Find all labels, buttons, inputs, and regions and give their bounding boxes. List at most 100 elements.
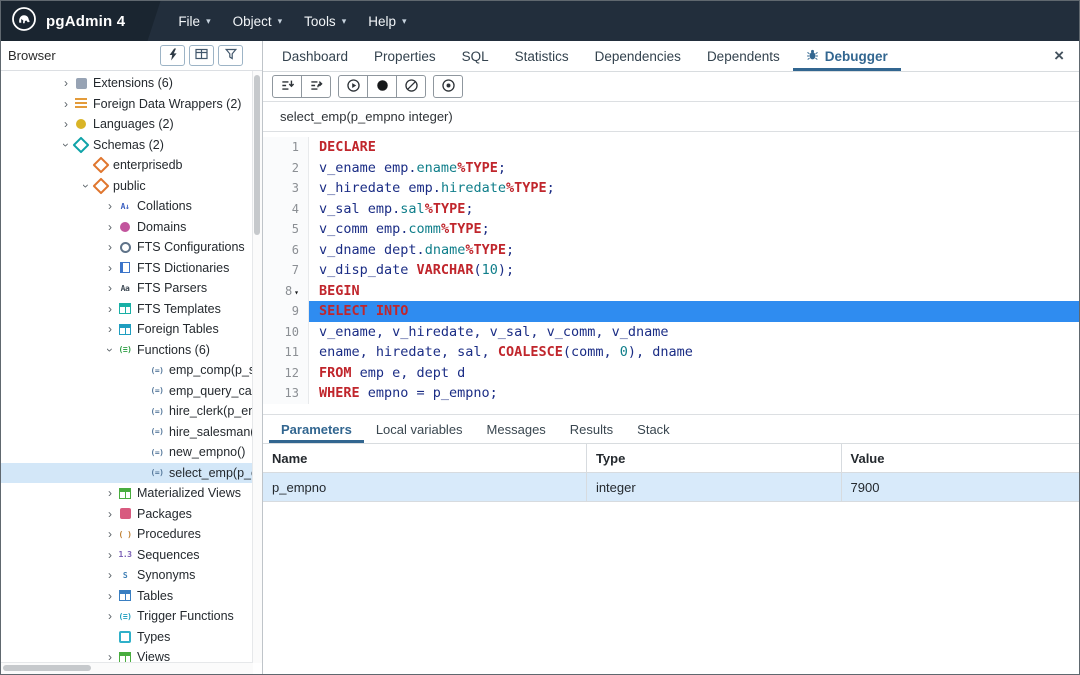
tab-dependents[interactable]: Dependents xyxy=(694,41,793,71)
gutter-line-number[interactable]: 3 xyxy=(263,178,309,199)
debugger-code-editor[interactable]: 1DECLARE2v_ename emp.ename%TYPE;3v_hired… xyxy=(263,132,1079,414)
code-line-11[interactable]: 11ename, hiredate, sal, COALESCE(comm, 0… xyxy=(263,342,1079,363)
panel-tab-parameters[interactable]: Parameters xyxy=(269,415,364,443)
sidebar-horizontal-scrollbar[interactable] xyxy=(1,662,253,674)
tab-sql[interactable]: SQL xyxy=(449,41,502,71)
tab-dashboard[interactable]: Dashboard xyxy=(269,41,361,71)
code-line-1[interactable]: 1DECLARE xyxy=(263,137,1079,158)
grid-button[interactable] xyxy=(189,45,214,66)
step-over-button[interactable] xyxy=(301,75,331,98)
tree-item-public[interactable]: ›public xyxy=(1,176,262,197)
tree-item-collations[interactable]: ›A↓Collations xyxy=(1,196,262,217)
tree-expand-icon[interactable]: › xyxy=(103,528,117,540)
step-into-button[interactable] xyxy=(272,75,302,98)
gutter-line-number[interactable]: 4 xyxy=(263,199,309,220)
gutter-line-number[interactable]: 9 xyxy=(263,301,309,322)
tree-item-enterprisedb[interactable]: enterprisedb xyxy=(1,155,262,176)
panel-tab-results[interactable]: Results xyxy=(558,415,625,443)
tree-item-hire-salesman-p[interactable]: (=)hire_salesman(p xyxy=(1,422,262,443)
tree-expand-icon[interactable]: › xyxy=(103,610,117,622)
code-line-7[interactable]: 7v_disp_date VARCHAR(10); xyxy=(263,260,1079,281)
tree-expand-icon[interactable]: › xyxy=(103,200,117,212)
code-line-12[interactable]: 12FROM emp e, dept d xyxy=(263,363,1079,384)
tree-item-sequences[interactable]: ›1.3Sequences xyxy=(1,545,262,566)
tab-statistics[interactable]: Statistics xyxy=(502,41,582,71)
tree-item-emp-query-calle[interactable]: (=)emp_query_calle xyxy=(1,381,262,402)
gutter-line-number[interactable]: 10 xyxy=(263,322,309,343)
tree-expand-icon[interactable]: › xyxy=(103,241,117,253)
tree-expand-icon[interactable]: › xyxy=(103,221,117,233)
menu-tools[interactable]: Tools▾ xyxy=(293,1,357,41)
panel-tab-stack[interactable]: Stack xyxy=(625,415,682,443)
toggle-breakpoint-button[interactable] xyxy=(433,75,463,98)
tree-item-extensions-6[interactable]: ›Extensions (6) xyxy=(1,73,262,94)
tree-expand-icon[interactable]: › xyxy=(59,77,73,89)
menu-file[interactable]: File▾ xyxy=(167,1,221,41)
gutter-line-number[interactable]: 8▾ xyxy=(263,281,309,302)
lightning-button[interactable] xyxy=(160,45,185,66)
panel-tab-local-variables[interactable]: Local variables xyxy=(364,415,475,443)
sidebar-vertical-scrollbar[interactable] xyxy=(252,71,262,663)
tree-item-languages-2[interactable]: ›Languages (2) xyxy=(1,114,262,135)
menu-object[interactable]: Object▾ xyxy=(222,1,294,41)
tree-item-schemas-2[interactable]: ›Schemas (2) xyxy=(1,135,262,156)
tree-expand-icon[interactable]: › xyxy=(103,569,117,581)
tree-item-emp-comp-p-sa[interactable]: (=)emp_comp(p_sa xyxy=(1,360,262,381)
tree-item-materialized-views[interactable]: ›Materialized Views xyxy=(1,483,262,504)
code-line-8[interactable]: 8▾BEGIN xyxy=(263,281,1079,302)
menu-help[interactable]: Help▾ xyxy=(357,1,417,41)
gutter-line-number[interactable]: 12 xyxy=(263,363,309,384)
tab-debugger[interactable]: Debugger xyxy=(793,41,901,71)
code-line-3[interactable]: 3v_hiredate emp.hiredate%TYPE; xyxy=(263,178,1079,199)
tree-item-fts-templates[interactable]: ›FTS Templates xyxy=(1,299,262,320)
tree-item-trigger-functions[interactable]: ›(≡)Trigger Functions xyxy=(1,606,262,627)
tree-expand-icon[interactable]: › xyxy=(103,590,117,602)
panel-tab-messages[interactable]: Messages xyxy=(475,415,558,443)
tree-item-functions-6[interactable]: ›(≡)Functions (6) xyxy=(1,340,262,361)
code-line-9[interactable]: 9SELECT INTO xyxy=(263,301,1079,322)
stop-button[interactable] xyxy=(367,75,397,98)
code-line-13[interactable]: 13WHERE empno = p_empno; xyxy=(263,383,1079,404)
code-line-5[interactable]: 5v_comm emp.comm%TYPE; xyxy=(263,219,1079,240)
code-line-2[interactable]: 2v_ename emp.ename%TYPE; xyxy=(263,158,1079,179)
close-icon[interactable]: × xyxy=(1039,41,1079,71)
tab-properties[interactable]: Properties xyxy=(361,41,449,71)
tree-item-fts-configurations[interactable]: ›FTS Configurations xyxy=(1,237,262,258)
horizontal-scrollbar-thumb[interactable] xyxy=(3,665,91,671)
gutter-line-number[interactable]: 7 xyxy=(263,260,309,281)
gutter-line-number[interactable]: 2 xyxy=(263,158,309,179)
vertical-scrollbar-thumb[interactable] xyxy=(254,75,260,235)
tree-expand-icon[interactable]: › xyxy=(59,98,73,110)
tree-item-hire-clerk-p-enar[interactable]: (=)hire_clerk(p_enar xyxy=(1,401,262,422)
gutter-line-number[interactable]: 11 xyxy=(263,342,309,363)
tab-dependencies[interactable]: Dependencies xyxy=(582,41,694,71)
tree-item-select-emp-p-en[interactable]: (=)select_emp(p_en xyxy=(1,463,262,484)
tree-item-new-empno[interactable]: (=)new_empno() xyxy=(1,442,262,463)
tree-expand-icon[interactable]: › xyxy=(103,323,117,335)
tree-expand-icon[interactable]: › xyxy=(103,303,117,315)
tree-expand-icon[interactable]: › xyxy=(103,508,117,520)
gutter-line-number[interactable]: 13 xyxy=(263,383,309,404)
code-line-10[interactable]: 10v_ename, v_hiredate, v_sal, v_comm, v_… xyxy=(263,322,1079,343)
tree-item-fts-dictionaries[interactable]: ›FTS Dictionaries xyxy=(1,258,262,279)
code-line-6[interactable]: 6v_dname dept.dname%TYPE; xyxy=(263,240,1079,261)
tree-expand-icon[interactable]: › xyxy=(104,343,116,357)
tree-expand-icon[interactable]: › xyxy=(103,549,117,561)
tree-item-synonyms[interactable]: ›SSynonyms xyxy=(1,565,262,586)
tree-expand-icon[interactable]: › xyxy=(80,179,92,193)
tree-item-tables[interactable]: ›Tables xyxy=(1,586,262,607)
tree-expand-icon[interactable]: › xyxy=(60,138,72,152)
tree-expand-icon[interactable]: › xyxy=(59,118,73,130)
gutter-line-number[interactable]: 1 xyxy=(263,137,309,158)
tree-item-packages[interactable]: ›Packages xyxy=(1,504,262,525)
code-line-4[interactable]: 4v_sal emp.sal%TYPE; xyxy=(263,199,1079,220)
tree-expand-icon[interactable]: › xyxy=(103,487,117,499)
clear-all-breakpoints-button[interactable] xyxy=(396,75,426,98)
tree-item-types[interactable]: Types xyxy=(1,627,262,648)
tree-expand-icon[interactable]: › xyxy=(103,282,117,294)
continue-button[interactable] xyxy=(338,75,368,98)
tree-item-procedures[interactable]: ›( )Procedures xyxy=(1,524,262,545)
tree-item-domains[interactable]: ›Domains xyxy=(1,217,262,238)
table-row[interactable]: p_empnointeger7900 xyxy=(263,473,1079,502)
tree-item-foreign-data-wrappers-2[interactable]: ›Foreign Data Wrappers (2) xyxy=(1,94,262,115)
